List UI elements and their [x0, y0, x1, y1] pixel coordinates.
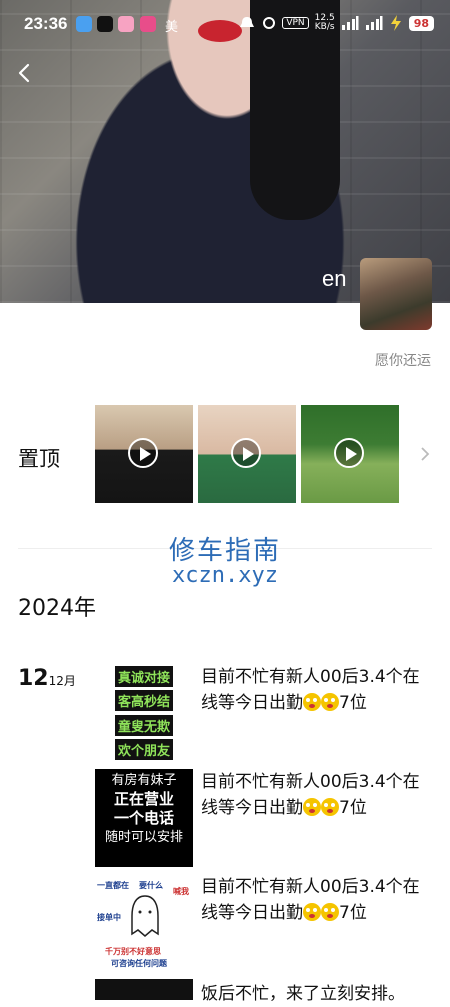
pinned-video-3[interactable]	[301, 405, 399, 503]
pinned-video-list	[95, 405, 399, 503]
rabbit-app-icon	[118, 16, 134, 32]
status-time: 23:36	[24, 14, 68, 33]
smile-emoji-icon	[321, 798, 339, 816]
post-day: 12	[18, 666, 49, 691]
status-right-group: VPN 12.5 KB/s 98	[238, 14, 434, 32]
profile-signature: 愿你还运	[375, 353, 431, 369]
app-notification-icon	[76, 16, 92, 32]
thumb-line: 正在营业	[113, 790, 174, 808]
timeline-year: 2024年	[18, 596, 96, 621]
post-thumbnail[interactable]: 一直都在 要什么 喊我 接单中 千万别不好意思 可咨询任何问题	[95, 874, 193, 972]
moment-post[interactable]: 一直都在 要什么 喊我 接单中 千万别不好意思 可咨询任何问题 目前不忙有新人0…	[95, 874, 430, 972]
post-thumbnail[interactable]: 有房有妹子 正在营业 一个电话 随时可以安排	[95, 769, 193, 867]
post-date: 1212月	[18, 666, 76, 691]
play-icon	[334, 438, 364, 468]
post-thumbnail[interactable]: 真诚对接 客高秒结 童叟无欺 欢个朋友	[95, 664, 193, 762]
post-text: 目前不忙有新人00后3.4个在线等今日出勤 7位	[201, 874, 431, 926]
tiktok-icon	[97, 16, 113, 32]
network-speed: 12.5 KB/s	[315, 14, 335, 32]
thumb-line: 一直都在	[97, 881, 129, 890]
smile-emoji-icon	[321, 693, 339, 711]
vpn-badge: VPN	[282, 17, 309, 29]
watermark: 修车指南 xczn.xyz	[0, 530, 450, 588]
location-icon	[263, 17, 276, 29]
smile-emoji-icon	[303, 798, 321, 816]
chevron-right-icon[interactable]	[418, 444, 432, 464]
thumb-line: 可咨询任何问题	[111, 959, 167, 968]
post-text: 目前不忙有新人00后3.4个在线等今日出勤 7位	[201, 769, 431, 821]
post-text: 目前不忙有新人00后3.4个在线等今日出勤 7位	[201, 664, 431, 716]
post-month: 12月	[48, 674, 76, 688]
speed-unit: KB/s	[314, 22, 335, 32]
status-bar: 23:36 美 VPN 12.5 KB/s 98	[0, 0, 450, 48]
play-icon	[128, 438, 158, 468]
status-carrier: 美	[165, 20, 179, 35]
moment-post[interactable]: 真诚对接 客高秒结 童叟无欺 欢个朋友 目前不忙有新人00后3.4个在线等今日出…	[95, 664, 430, 762]
post-text-suffix: 7位	[339, 798, 367, 818]
post-thumbnail[interactable]	[95, 979, 193, 1000]
thumb-line: 接单中	[97, 913, 121, 922]
thumb-line: 童叟无欺	[114, 714, 173, 736]
moment-post[interactable]: 有房有妹子 正在营业 一个电话 随时可以安排 目前不忙有新人00后3.4个在线等…	[95, 769, 430, 867]
signal-icon-2	[365, 16, 383, 30]
ghost-mascot-icon	[131, 895, 159, 937]
charging-bolt-icon	[390, 15, 401, 31]
battery-level: 98	[408, 15, 434, 31]
watermark-line2: xczn.xyz	[172, 563, 278, 588]
thumb-line: 喊我	[173, 887, 189, 896]
thumb-line: 欢个朋友	[114, 739, 173, 761]
post-text-suffix: 7位	[339, 903, 367, 923]
thumb-line: 真诚对接	[114, 665, 173, 687]
pinned-video-1[interactable]	[95, 405, 193, 503]
notification-bell-icon	[240, 17, 255, 27]
pinned-label: 置顶	[18, 447, 60, 471]
pinned-video-2[interactable]	[198, 405, 296, 503]
thumb-line: 有房有妹子	[111, 773, 177, 788]
thumb-line: 千万别不好意思	[105, 947, 161, 956]
profile-nickname: en	[322, 266, 347, 291]
post-text-suffix: 7位	[339, 693, 367, 713]
smile-emoji-icon	[303, 693, 321, 711]
thumb-line: 随时可以安排	[104, 830, 183, 845]
thumb-line: 一个电话	[113, 809, 174, 827]
avatar[interactable]	[360, 258, 432, 330]
watermark-line1: 修车指南	[168, 536, 281, 566]
smile-emoji-icon	[303, 903, 321, 921]
signal-icon	[341, 16, 359, 30]
play-icon	[231, 438, 261, 468]
thumb-line: 客高秒结	[114, 690, 173, 712]
moment-post[interactable]: 饭后不忙，来了立刻安排。	[95, 979, 430, 1004]
post-text: 饭后不忙，来了立刻安排。	[201, 984, 405, 1004]
video-app-icon	[140, 16, 156, 32]
thumb-line: 要什么	[139, 881, 163, 890]
back-arrow-icon[interactable]	[14, 62, 36, 84]
smile-emoji-icon	[321, 903, 339, 921]
